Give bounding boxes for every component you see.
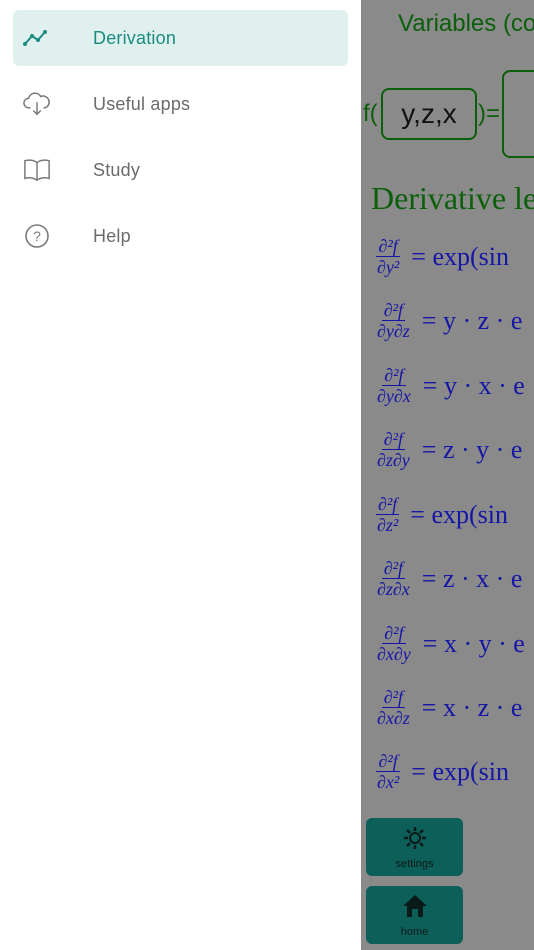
- eq-denominator: ∂z∂x: [377, 579, 410, 599]
- equation-row: ∂²f ∂z² = exp(sin: [375, 494, 508, 535]
- eq-denominator: ∂z²: [377, 515, 399, 535]
- eq-rhs: = y · x · e: [422, 370, 525, 400]
- chart-line-icon: [23, 24, 51, 52]
- eq-denominator: ∂x∂z: [377, 708, 410, 728]
- eq-denominator: ∂x∂y: [377, 644, 411, 664]
- background-app-overlay[interactable]: Variables (co f( y,z,x )= Derivative le …: [361, 0, 534, 950]
- eq-rhs: = x · y · e: [422, 628, 525, 658]
- eq-numerator: ∂²f: [376, 494, 400, 515]
- help-circle-icon: ?: [23, 222, 51, 250]
- eq-denominator: ∂x²: [377, 772, 400, 792]
- eq-rhs: = x · z · e: [421, 692, 523, 722]
- nav-item-derivation[interactable]: Derivation: [13, 10, 348, 66]
- svg-text:?: ?: [33, 228, 41, 244]
- nav-label-derivation: Derivation: [93, 27, 177, 48]
- settings-button[interactable]: settings: [366, 818, 463, 876]
- nav-item-useful-apps[interactable]: Useful apps: [13, 76, 348, 132]
- eq-denominator: ∂y∂z: [377, 321, 410, 341]
- eq-numerator: ∂²f: [382, 623, 406, 644]
- settings-label: settings: [395, 857, 434, 870]
- cloud-download-icon: [23, 90, 51, 118]
- variables-input[interactable]: y,z,x: [381, 88, 477, 140]
- function-prefix: f(: [363, 100, 378, 127]
- gear-icon: [402, 825, 428, 856]
- equation-row: ∂²f ∂x∂z = x · z · e: [375, 687, 522, 728]
- equation-row: ∂²f ∂y∂z = y · z · e: [375, 300, 522, 341]
- eq-numerator: ∂²f: [381, 558, 406, 579]
- nav-item-help[interactable]: ? Help: [13, 208, 348, 264]
- equation-row: ∂²f ∂x² = exp(sin: [375, 751, 509, 792]
- variables-title: Variables (co: [398, 10, 534, 37]
- navigation-drawer: Derivation Useful apps Study ? Help: [0, 0, 361, 950]
- equation-row: ∂²f ∂z∂x = z · x · e: [375, 558, 522, 599]
- function-input[interactable]: [502, 70, 534, 158]
- nav-item-study[interactable]: Study: [13, 142, 348, 198]
- eq-denominator: ∂z∂y: [377, 450, 410, 470]
- equation-row: ∂²f ∂z∂y = z · y · e: [375, 429, 522, 470]
- book-icon: [23, 156, 51, 184]
- eq-numerator: ∂²f: [376, 751, 400, 772]
- equals-sign: )=: [478, 100, 501, 127]
- eq-denominator: ∂y∂x: [377, 386, 411, 406]
- home-button[interactable]: home: [366, 886, 463, 944]
- home-icon: [401, 893, 429, 924]
- eq-numerator: ∂²f: [382, 365, 406, 386]
- eq-numerator: ∂²f: [381, 300, 406, 321]
- eq-rhs: = z · x · e: [421, 563, 523, 593]
- equation-row: ∂²f ∂y² = exp(sin: [375, 236, 509, 277]
- eq-numerator: ∂²f: [381, 429, 406, 450]
- eq-numerator: ∂²f: [376, 236, 400, 257]
- eq-rhs: = y · z · e: [421, 305, 523, 335]
- eq-rhs: = z · y · e: [421, 434, 523, 464]
- nav-label-useful-apps: Useful apps: [93, 93, 191, 114]
- nav-label-study: Study: [93, 159, 141, 180]
- eq-denominator: ∂y²: [377, 257, 400, 277]
- derivative-title: Derivative le: [371, 180, 534, 216]
- eq-rhs: = exp(sin: [411, 241, 509, 271]
- nav-label-help: Help: [93, 225, 131, 246]
- eq-numerator: ∂²f: [381, 687, 406, 708]
- home-label: home: [400, 925, 429, 938]
- equation-row: ∂²f ∂x∂y = x · y · e: [375, 623, 525, 664]
- equation-row: ∂²f ∂y∂x = y · x · e: [375, 365, 525, 406]
- eq-rhs: = exp(sin: [411, 756, 509, 786]
- eq-rhs: = exp(sin: [410, 499, 508, 529]
